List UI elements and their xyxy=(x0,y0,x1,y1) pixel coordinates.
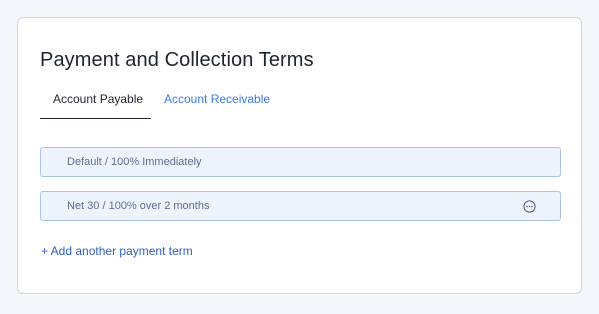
payment-term-label: Default / 100% Immediately xyxy=(67,156,202,168)
more-options-icon[interactable] xyxy=(523,200,536,213)
payment-term-row-default[interactable]: Default / 100% Immediately xyxy=(40,147,561,177)
terms-tabs: Account Payable Account Receivable xyxy=(40,90,270,120)
payment-terms-card: Payment and Collection Terms Account Pay… xyxy=(17,17,582,294)
add-payment-term-link[interactable]: + Add another payment term xyxy=(41,244,193,258)
tab-account-payable[interactable]: Account Payable xyxy=(40,90,151,119)
payment-term-label: Net 30 / 100% over 2 months xyxy=(67,200,210,212)
payment-term-row-net30[interactable]: Net 30 / 100% over 2 months xyxy=(40,191,561,221)
tab-account-receivable[interactable]: Account Receivable xyxy=(151,90,270,119)
section-title: Payment and Collection Terms xyxy=(40,49,314,71)
